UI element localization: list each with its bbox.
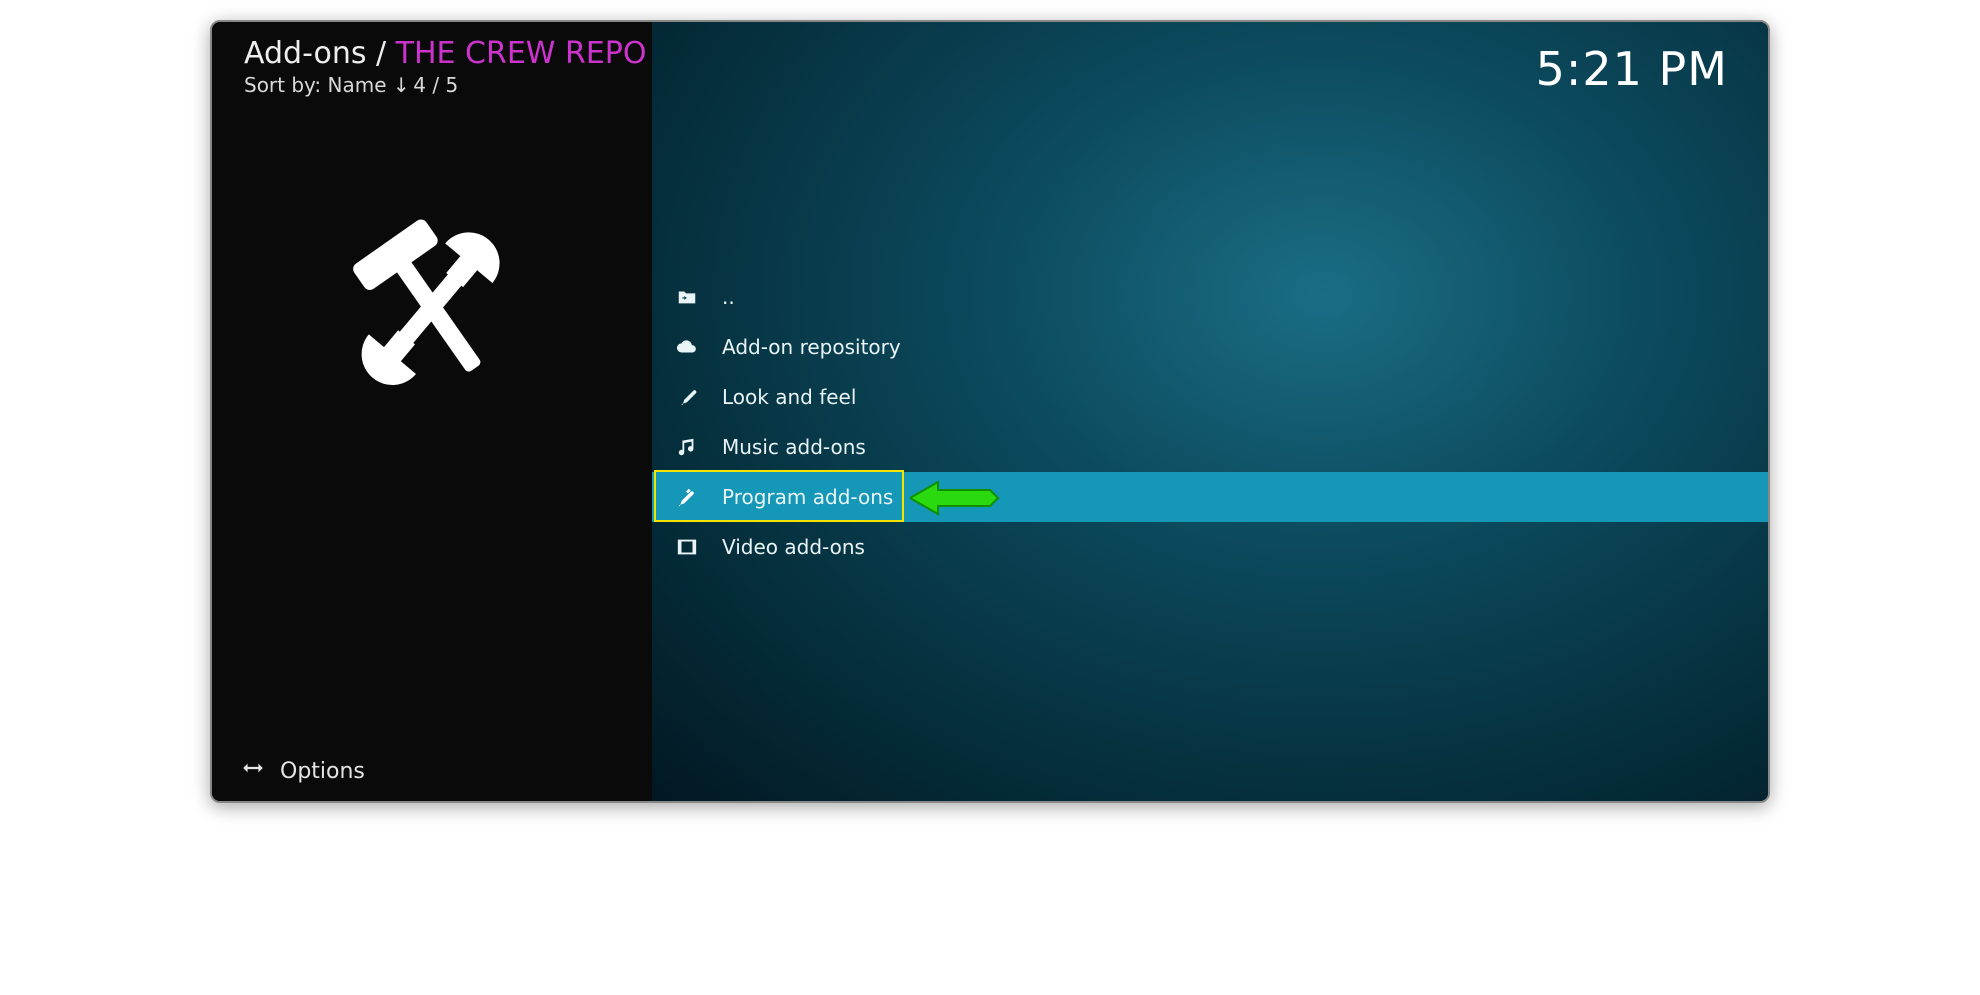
sidebar: Add-ons / THE CREW REPO Sort by: Name ↓ …: [212, 22, 652, 801]
list-item-music-addons[interactable]: Music add-ons: [652, 422, 1768, 472]
options-icon: [240, 755, 266, 787]
list-item-label: ..: [722, 285, 735, 309]
main-panel: 5:21 PM .. Add-on repository Look and fe…: [652, 22, 1768, 801]
breadcrumb: Add-ons / THE CREW REPO: [212, 22, 652, 73]
video-icon: [674, 536, 700, 558]
breadcrumb-root[interactable]: Add-ons: [244, 36, 366, 71]
list-position: 4 / 5: [413, 73, 458, 97]
folder-back-icon: [674, 286, 700, 308]
sort-prefix: Sort by:: [244, 73, 328, 97]
sort-direction-icon[interactable]: ↓: [393, 73, 407, 97]
options-label: Options: [280, 759, 365, 784]
tools-icon: [674, 486, 700, 508]
music-icon: [674, 436, 700, 458]
paint-icon: [674, 386, 700, 408]
annotation-arrow-icon: [910, 478, 1000, 518]
list-item-label: Music add-ons: [722, 435, 866, 459]
breadcrumb-current: THE CREW REPO: [396, 36, 647, 71]
list-item-parent[interactable]: ..: [652, 272, 1768, 322]
list-item-label: Program add-ons: [722, 485, 893, 509]
sort-field[interactable]: Name: [328, 73, 387, 97]
list-item-look-and-feel[interactable]: Look and feel: [652, 372, 1768, 422]
app-window: Add-ons / THE CREW REPO Sort by: Name ↓ …: [210, 20, 1770, 803]
options-button[interactable]: Options: [240, 755, 365, 787]
list-item-label: Video add-ons: [722, 535, 865, 559]
sort-line: Sort by: Name ↓ 4 / 5: [212, 73, 652, 97]
cloud-icon: [674, 336, 700, 358]
list-item-addon-repository[interactable]: Add-on repository: [652, 322, 1768, 372]
category-tools-icon: [212, 137, 652, 477]
clock: 5:21 PM: [1536, 42, 1728, 96]
list-item-video-addons[interactable]: Video add-ons: [652, 522, 1768, 572]
category-list: .. Add-on repository Look and feel Music…: [652, 272, 1768, 572]
list-item-program-addons[interactable]: Program add-ons: [652, 472, 1768, 522]
breadcrumb-separator: /: [366, 36, 395, 71]
list-item-label: Look and feel: [722, 385, 856, 409]
list-item-label: Add-on repository: [722, 335, 901, 359]
